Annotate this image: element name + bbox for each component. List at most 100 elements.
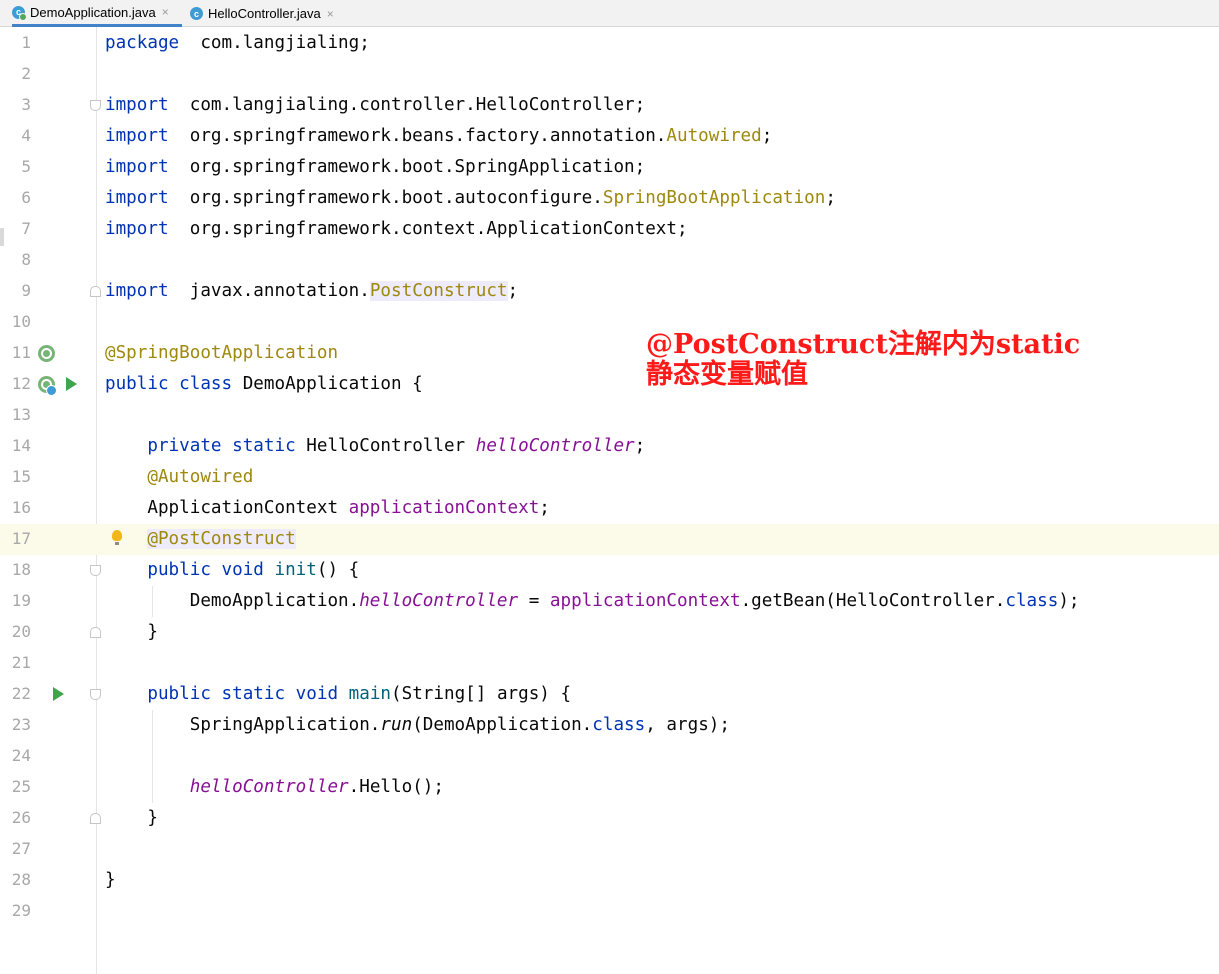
- line-number[interactable]: 20: [0, 622, 31, 642]
- code-text[interactable]: private static HelloController helloCont…: [105, 436, 645, 456]
- code-text[interactable]: DemoApplication.helloController = applic…: [105, 591, 1080, 611]
- code-text[interactable]: }: [105, 870, 116, 890]
- code-token: public void: [147, 560, 264, 580]
- code-line[interactable]: 15 @Autowired: [0, 462, 1219, 493]
- line-number[interactable]: 12: [0, 374, 31, 394]
- fold-open-icon[interactable]: [90, 100, 101, 111]
- line-number[interactable]: 19: [0, 591, 31, 611]
- line-number[interactable]: 6: [0, 188, 31, 208]
- line-number[interactable]: 18: [0, 560, 31, 580]
- line-number[interactable]: 4: [0, 126, 31, 146]
- code-line[interactable]: 21: [0, 648, 1219, 679]
- code-line[interactable]: 25 helloController.Hello();: [0, 772, 1219, 803]
- spring-bean-icon[interactable]: [38, 345, 55, 362]
- line-number[interactable]: 9: [0, 281, 31, 301]
- code-text[interactable]: @Autowired: [105, 467, 253, 487]
- fold-open-icon[interactable]: [90, 689, 101, 700]
- code-line[interactable]: 17 @PostConstruct: [0, 524, 1219, 555]
- code-text[interactable]: }: [105, 808, 158, 828]
- code-text[interactable]: }: [105, 622, 158, 642]
- line-number[interactable]: 14: [0, 436, 31, 456]
- code-line[interactable]: 22 public static void main(String[] args…: [0, 679, 1219, 710]
- line-number[interactable]: 8: [0, 250, 31, 270]
- line-number[interactable]: 16: [0, 498, 31, 518]
- code-text[interactable]: import org.springframework.beans.factory…: [105, 126, 772, 146]
- code-token: helloController: [359, 591, 519, 611]
- code-line[interactable]: 18 public void init() {: [0, 555, 1219, 586]
- line-number[interactable]: 28: [0, 870, 31, 890]
- code-token: ;: [634, 436, 646, 456]
- spring-bean-icon[interactable]: [38, 376, 57, 396]
- line-number[interactable]: 1: [0, 33, 31, 53]
- code-text[interactable]: @SpringBootApplication: [105, 343, 338, 363]
- code-text[interactable]: import org.springframework.context.Appli…: [105, 219, 688, 239]
- fold-close-icon[interactable]: [90, 813, 101, 824]
- code-line[interactable]: 24: [0, 741, 1219, 772]
- code-line[interactable]: 16 ApplicationContext applicationContext…: [0, 493, 1219, 524]
- line-number[interactable]: 24: [0, 746, 31, 766]
- line-number[interactable]: 2: [0, 64, 31, 84]
- code-line[interactable]: 5 import org.springframework.boot.SpringA…: [0, 152, 1219, 183]
- line-number[interactable]: 11: [0, 343, 31, 363]
- line-number[interactable]: 27: [0, 839, 31, 859]
- line-number[interactable]: 5: [0, 157, 31, 177]
- tab-hellocontroller[interactable]: c HelloController.java ×: [190, 0, 350, 27]
- line-number[interactable]: 23: [0, 715, 31, 735]
- line-number[interactable]: 10: [0, 312, 31, 332]
- code-text[interactable]: public class DemoApplication {: [105, 374, 423, 394]
- line-number[interactable]: 25: [0, 777, 31, 797]
- line-number[interactable]: 13: [0, 405, 31, 425]
- line-number[interactable]: 22: [0, 684, 31, 704]
- fold-open-icon[interactable]: [90, 565, 101, 576]
- line-number[interactable]: 7: [0, 219, 31, 239]
- code-text[interactable]: package com.langjialing;: [105, 33, 370, 53]
- code-line[interactable]: 9 import javax.annotation.PostConstruct;: [0, 276, 1219, 307]
- code-line[interactable]: 19 DemoApplication.helloController = app…: [0, 586, 1219, 617]
- tab-demoapplication[interactable]: c DemoApplication.java ×: [12, 0, 182, 27]
- code-line[interactable]: 23 SpringApplication.run(DemoApplication…: [0, 710, 1219, 741]
- code-text[interactable]: public void init() {: [105, 560, 359, 580]
- code-text[interactable]: helloController.Hello();: [105, 777, 444, 797]
- line-number[interactable]: 26: [0, 808, 31, 828]
- code-line[interactable]: 4 import org.springframework.beans.factor…: [0, 121, 1219, 152]
- code-text[interactable]: import org.springframework.boot.autoconf…: [105, 188, 836, 208]
- run-icon[interactable]: [66, 377, 77, 391]
- line-number[interactable]: 21: [0, 653, 31, 673]
- line-number[interactable]: 3: [0, 95, 31, 115]
- annotation-note: @PostConstruct注解内为static 静态变量赋值: [646, 330, 1080, 390]
- code-line[interactable]: 26 }: [0, 803, 1219, 834]
- code-text[interactable]: import com.langjialing.controller.HelloC…: [105, 95, 645, 115]
- code-line[interactable]: 14 private static HelloController helloC…: [0, 431, 1219, 462]
- code-line[interactable]: 27: [0, 834, 1219, 865]
- code-line[interactable]: 2: [0, 59, 1219, 90]
- close-icon[interactable]: ×: [162, 5, 169, 19]
- code-line[interactable]: 1 package com.langjialing;: [0, 28, 1219, 59]
- code-line[interactable]: 20 }: [0, 617, 1219, 648]
- code-line[interactable]: 29: [0, 896, 1219, 927]
- code-token: , args);: [645, 715, 730, 735]
- code-line[interactable]: 6 import org.springframework.boot.autocon…: [0, 183, 1219, 214]
- code-token: import: [105, 95, 169, 115]
- line-number[interactable]: 29: [0, 901, 31, 921]
- line-number[interactable]: 15: [0, 467, 31, 487]
- code-text[interactable]: ApplicationContext applicationContext;: [105, 498, 550, 518]
- code-text[interactable]: import javax.annotation.PostConstruct;: [105, 281, 518, 301]
- code-line[interactable]: 28}: [0, 865, 1219, 896]
- code-token: helloController: [189, 777, 349, 797]
- code-text[interactable]: public static void main(String[] args) {: [105, 684, 571, 704]
- run-icon[interactable]: [53, 687, 64, 701]
- code-line[interactable]: 7 import org.springframework.context.Appl…: [0, 214, 1219, 245]
- intention-bulb-icon[interactable]: [112, 530, 122, 545]
- close-icon[interactable]: ×: [327, 7, 334, 21]
- line-number[interactable]: 17: [0, 529, 31, 549]
- code-text[interactable]: @PostConstruct: [105, 529, 296, 549]
- code-line[interactable]: 13: [0, 400, 1219, 431]
- code-line[interactable]: 8: [0, 245, 1219, 276]
- code-text[interactable]: import org.springframework.boot.SpringAp…: [105, 157, 645, 177]
- code-text[interactable]: SpringApplication.run(DemoApplication.cl…: [105, 715, 730, 735]
- fold-close-icon[interactable]: [90, 627, 101, 638]
- fold-close-icon[interactable]: [90, 286, 101, 297]
- code-line[interactable]: 3 import com.langjialing.controller.Hello…: [0, 90, 1219, 121]
